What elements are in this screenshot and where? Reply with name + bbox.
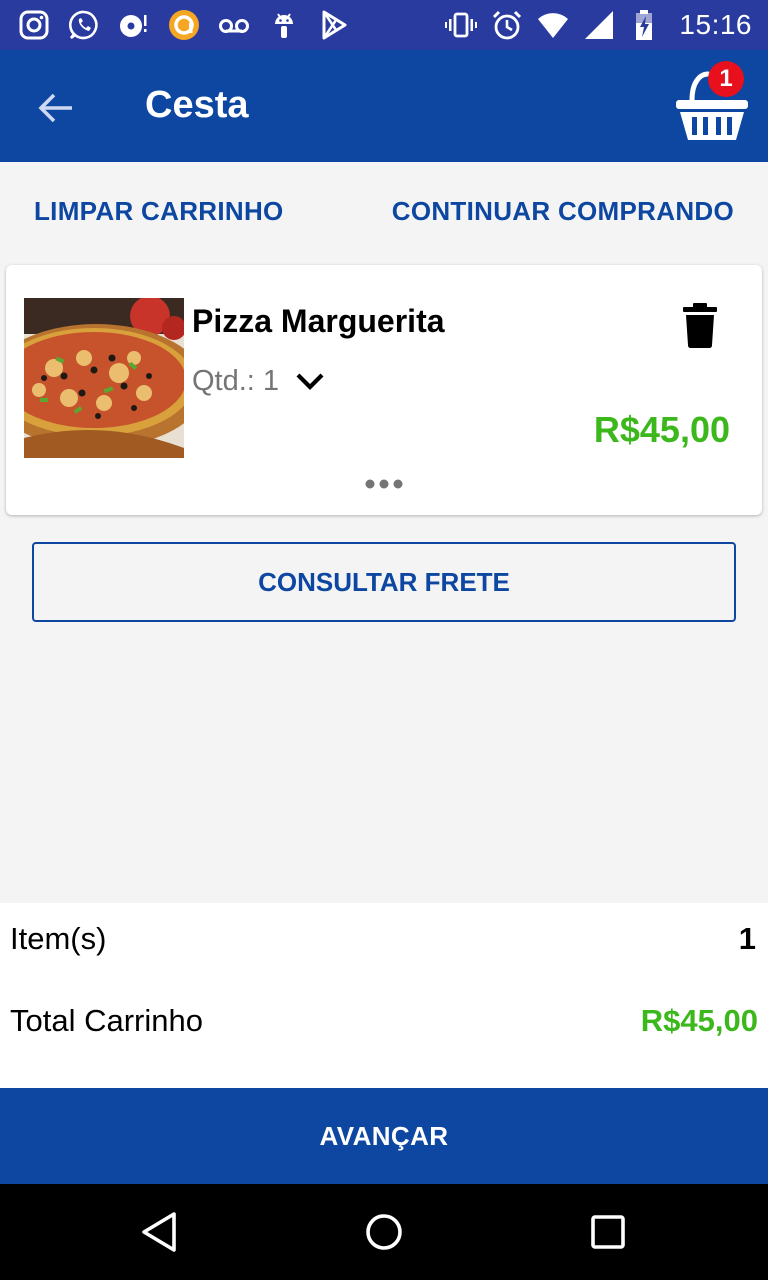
app-bar: Cesta 1 [0, 50, 768, 162]
cart-count-badge: 1 [708, 61, 744, 97]
media-notification-icon [120, 15, 147, 37]
back-button[interactable] [28, 80, 84, 136]
android-icon [275, 13, 293, 38]
play-store-icon [322, 10, 347, 40]
items-count-label: Item(s) [10, 921, 107, 956]
nav-home-icon[interactable] [360, 1208, 408, 1256]
notification-icons [18, 8, 350, 42]
check-freight-button[interactable]: CONSULTAR FRETE [32, 542, 736, 622]
product-image [24, 298, 184, 458]
nav-recents-icon[interactable] [584, 1208, 632, 1256]
product-name: Pizza Marguerita [192, 303, 445, 339]
item-price: R$45,00 [593, 409, 730, 450]
voicemail-icon [219, 19, 249, 33]
whatsapp-icon [68, 10, 98, 40]
clock: 15:16 [679, 9, 752, 40]
quantity-label: Qtd.: [192, 365, 255, 397]
items-count-value: 1 [738, 921, 756, 956]
cart-item-card: Pizza Marguerita Qtd.: 1 R$45,00 [6, 265, 762, 515]
system-status-icons: 15:16 [445, 8, 752, 42]
alarm-icon [493, 10, 522, 40]
more-options-icon[interactable] [362, 473, 406, 495]
advance-button[interactable]: AVANÇAR [0, 1088, 768, 1184]
nav-back-icon[interactable] [136, 1208, 184, 1256]
chevron-down-icon [296, 373, 324, 390]
clear-cart-button[interactable]: LIMPAR CARRINHO [34, 196, 284, 227]
instagram-icon [19, 10, 49, 40]
quantity-selector[interactable]: Qtd.: 1 [192, 365, 325, 398]
arrow-left-icon [38, 93, 72, 123]
vibrate-icon [445, 12, 478, 38]
quantity-value: 1 [262, 365, 279, 397]
continue-shopping-button[interactable]: CONTINUAR COMPRANDO [392, 196, 734, 227]
trash-icon[interactable] [682, 301, 718, 349]
cart-total-label: Total Carrinho [10, 1003, 203, 1038]
cart-total-value: R$45,00 [640, 1003, 758, 1038]
wifi-icon [538, 13, 569, 38]
cell-signal-icon [585, 11, 614, 39]
cart-summary: Item(s) 1 Total Carrinho R$45,00 [0, 903, 768, 1088]
page-title: Cesta [145, 84, 249, 126]
system-navigation-bar [0, 1184, 768, 1280]
battery-charging-icon [636, 10, 653, 40]
status-bar: 15:16 [0, 0, 768, 50]
app-notification-icon [169, 10, 199, 40]
